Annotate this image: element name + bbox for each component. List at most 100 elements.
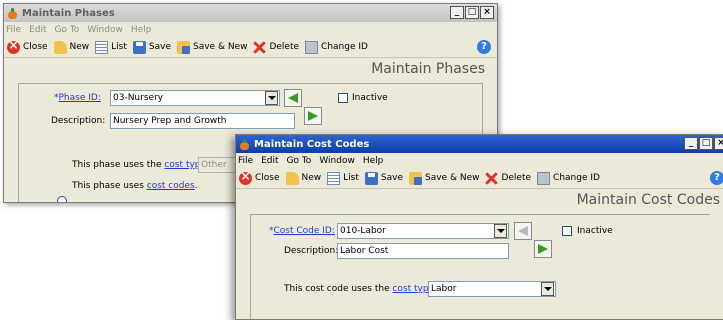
menu-edit[interactable]: Edit xyxy=(29,25,46,35)
cost-type-text: This cost code uses the xyxy=(284,284,390,294)
previous-record-button[interactable] xyxy=(514,222,532,240)
list-label: List xyxy=(343,173,359,183)
save-button[interactable]: Save xyxy=(364,171,403,185)
menu-go-to[interactable]: Go To xyxy=(287,156,312,166)
menu-file[interactable]: File xyxy=(6,25,21,35)
delete-label: Delete xyxy=(501,173,532,183)
phase-id-link[interactable]: Phase ID: xyxy=(59,93,101,103)
save-icon xyxy=(364,171,378,185)
save-new-label: Save & New xyxy=(425,173,480,183)
maintain-cost-codes-window: Maintain Cost Codes _ □ × File Edit Go T… xyxy=(235,134,723,320)
save-new-icon xyxy=(409,171,422,185)
cost-type-radio[interactable] xyxy=(57,196,67,202)
form-title: Maintain Phases xyxy=(371,61,485,77)
list-icon xyxy=(327,171,341,185)
list-button[interactable]: List xyxy=(95,40,127,54)
change-id-icon xyxy=(537,171,551,185)
change-id-label: Change ID xyxy=(553,173,600,183)
inactive-label: Inactive xyxy=(577,226,613,236)
description-input[interactable]: Nursery Prep and Growth xyxy=(110,113,295,129)
help-icon[interactable]: ? xyxy=(477,40,491,54)
dropdown-arrow-icon[interactable] xyxy=(494,224,507,238)
window-controls: _ □ × xyxy=(450,6,494,19)
new-button[interactable]: New xyxy=(53,40,89,54)
description-label: Description: xyxy=(51,116,106,126)
delete-icon xyxy=(485,172,498,185)
next-record-button[interactable] xyxy=(304,107,322,125)
change-id-button[interactable]: Change ID xyxy=(305,40,368,54)
list-icon xyxy=(95,40,109,54)
maximize-button[interactable]: □ xyxy=(699,137,713,150)
save-new-button[interactable]: Save & New xyxy=(177,40,248,54)
cost-codes-period: . xyxy=(194,181,198,191)
change-id-button[interactable]: Change ID xyxy=(537,171,600,185)
form-title: Maintain Cost Codes xyxy=(576,192,720,208)
title-bar[interactable]: Maintain Cost Codes _ □ × xyxy=(236,135,723,153)
title-bar[interactable]: Maintain Phases _ □ × xyxy=(4,4,497,22)
app-icon xyxy=(7,7,18,19)
close-window-button[interactable]: × xyxy=(480,6,494,19)
app-icon xyxy=(239,138,250,150)
delete-icon xyxy=(253,41,266,54)
list-label: List xyxy=(111,42,127,52)
save-new-icon xyxy=(177,40,190,54)
cost-codes-link[interactable]: cost codes xyxy=(147,181,195,191)
toolbar: Close New List Save Save & New Delete Ch… xyxy=(236,168,723,189)
delete-label: Delete xyxy=(269,42,300,52)
menu-file[interactable]: File xyxy=(238,156,253,166)
description-label: Description: xyxy=(284,246,339,256)
save-new-button[interactable]: Save & New xyxy=(409,171,480,185)
phase-id-combo[interactable]: 03-Nursery xyxy=(110,90,280,106)
list-button[interactable]: List xyxy=(327,171,359,185)
minimize-button[interactable]: _ xyxy=(450,6,464,19)
maximize-button[interactable]: □ xyxy=(465,6,479,19)
close-icon xyxy=(239,169,252,185)
menu-help[interactable]: Help xyxy=(363,156,384,166)
minimize-button[interactable]: _ xyxy=(684,137,698,150)
inactive-checkbox[interactable] xyxy=(338,93,348,103)
close-window-button[interactable]: × xyxy=(714,137,723,150)
close-label: Close xyxy=(23,42,48,52)
menu-window[interactable]: Window xyxy=(319,156,355,166)
delete-button[interactable]: Delete xyxy=(485,172,531,185)
new-icon xyxy=(285,171,299,185)
save-button[interactable]: Save xyxy=(132,40,171,54)
inactive-checkbox[interactable] xyxy=(562,226,572,236)
menu-edit[interactable]: Edit xyxy=(261,156,278,166)
cost-type-value: Labor xyxy=(431,284,457,294)
cost-code-id-value: 010-Labor xyxy=(340,226,386,236)
phase-id-label: *Phase ID: xyxy=(54,93,101,103)
form-header: Maintain Cost Codes xyxy=(236,189,723,211)
save-label: Save xyxy=(380,173,403,183)
previous-record-button[interactable] xyxy=(284,89,302,107)
close-button[interactable]: Close xyxy=(7,38,48,54)
cost-type-option-label: This phase uses the cost type xyxy=(72,160,206,170)
window-controls: _ □ × xyxy=(684,137,723,150)
menu-bar: File Edit Go To Window Help xyxy=(4,22,497,37)
save-new-label: Save & New xyxy=(193,42,248,52)
dropdown-arrow-icon[interactable] xyxy=(265,91,278,105)
cost-type-select[interactable]: Labor xyxy=(428,281,556,297)
window-title: Maintain Phases xyxy=(22,7,115,19)
help-icon[interactable]: ? xyxy=(710,171,723,185)
change-id-label: Change ID xyxy=(321,42,368,52)
cost-code-id-combo[interactable]: 010-Labor xyxy=(337,223,509,239)
window-title: Maintain Cost Codes xyxy=(254,138,370,150)
toolbar: Close New List Save Save & New Delete Ch… xyxy=(4,37,497,58)
description-input[interactable]: Labor Cost xyxy=(337,243,509,259)
cost-type-option-text: This phase uses the xyxy=(72,160,162,170)
menu-go-to[interactable]: Go To xyxy=(55,25,80,35)
next-record-button[interactable] xyxy=(534,240,552,258)
save-label: Save xyxy=(148,42,171,52)
cost-code-id-link[interactable]: Cost Code ID: xyxy=(274,226,335,236)
delete-button[interactable]: Delete xyxy=(253,41,299,54)
new-button[interactable]: New xyxy=(285,171,321,185)
menu-window[interactable]: Window xyxy=(87,25,123,35)
cost-codes-option-text: This phase uses xyxy=(72,181,144,191)
close-button[interactable]: Close xyxy=(239,169,280,185)
dropdown-arrow-icon[interactable] xyxy=(541,282,554,296)
menu-bar: File Edit Go To Window Help xyxy=(236,153,723,168)
save-icon xyxy=(132,40,146,54)
menu-help[interactable]: Help xyxy=(131,25,152,35)
inactive-label: Inactive xyxy=(352,93,388,103)
